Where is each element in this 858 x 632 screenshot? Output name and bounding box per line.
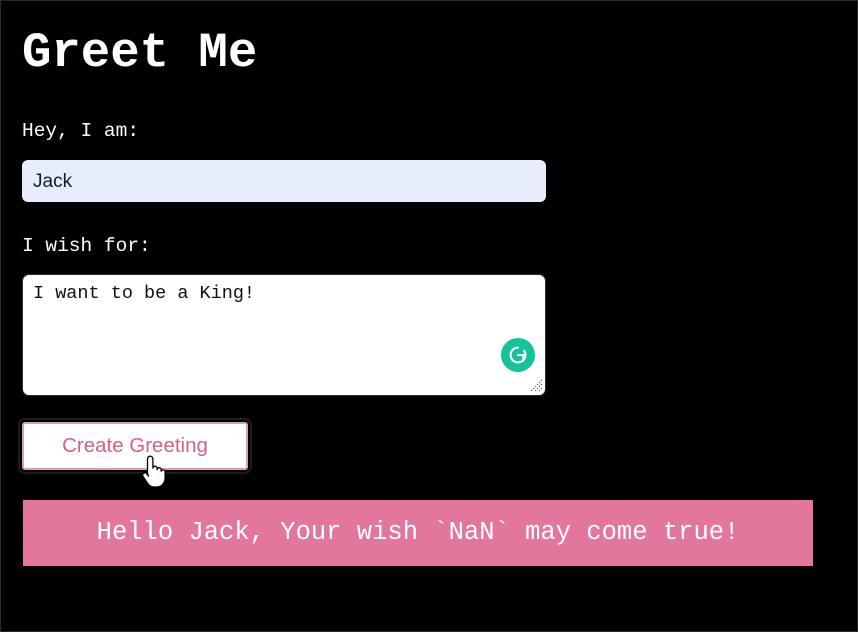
name-field-label: Hey, I am: [22, 120, 140, 142]
wish-field-wrapper: I want to be a King! [22, 274, 546, 396]
page-title: Greet Me [22, 25, 258, 81]
wish-textarea[interactable]: I want to be a King! [22, 274, 546, 396]
grammarly-g-glyph [509, 346, 527, 364]
app-window: Greet Me Hey, I am: I wish for: I want t… [0, 0, 858, 632]
wish-field-label: I wish for: [22, 235, 151, 257]
create-greeting-button[interactable]: Create Greeting [18, 418, 252, 474]
greeting-result-banner: Hello Jack, Your wish `NaN` may come tru… [23, 500, 813, 566]
grammarly-icon[interactable] [501, 338, 535, 372]
name-input[interactable] [22, 160, 546, 202]
